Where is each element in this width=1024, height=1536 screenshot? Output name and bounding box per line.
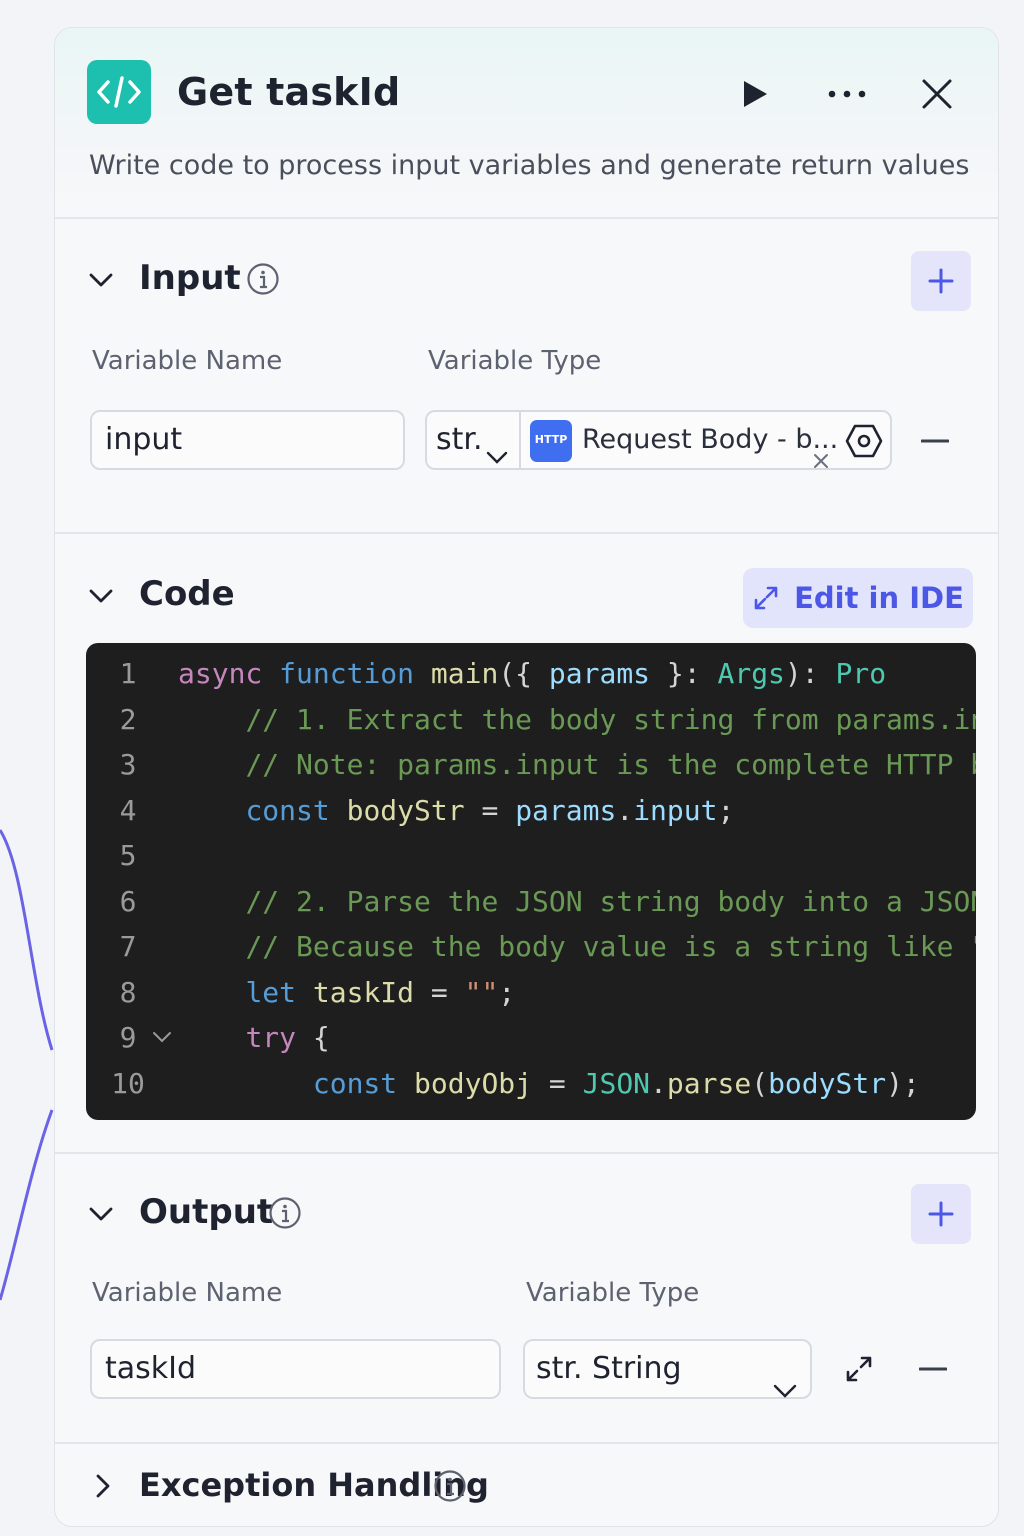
code-editor[interactable]: 1 async function main({ params }: Args): … bbox=[86, 643, 976, 1120]
output-variable-name-field[interactable]: taskId bbox=[90, 1339, 501, 1399]
code-text: try { bbox=[245, 1021, 330, 1054]
reference-label: Request Body - b... bbox=[582, 424, 839, 455]
code-text: // Because the body value is a string li… bbox=[245, 930, 976, 963]
canvas-edge bbox=[0, 829, 54, 1301]
code-text: // 2. Parse the JSON string body into a … bbox=[245, 884, 976, 918]
code-node-panel: Get taskId Write code to process input v… bbox=[54, 27, 999, 1527]
fold-chevron-icon[interactable] bbox=[152, 1031, 172, 1043]
code-line[interactable]: 3 // Note: params.input is the complete … bbox=[86, 748, 976, 793]
line-number: 3 bbox=[119, 748, 137, 781]
type-prefix: str. bbox=[436, 422, 483, 457]
code-text: // 1. Extract the body string from param… bbox=[245, 702, 976, 736]
add-output-button[interactable] bbox=[911, 1184, 971, 1244]
section-divider bbox=[55, 1442, 998, 1444]
input-col-name-label: Variable Name bbox=[92, 346, 283, 376]
info-icon[interactable] bbox=[246, 262, 280, 296]
code-line[interactable]: 4 const bodyStr = params.input; bbox=[86, 794, 976, 839]
chevron-down-icon bbox=[773, 1361, 797, 1417]
line-number: 2 bbox=[119, 702, 137, 736]
code-text: async function main({ params }: Args): P… bbox=[178, 657, 887, 690]
play-icon[interactable] bbox=[733, 72, 777, 116]
code-text: // Note: params.input is the complete HT… bbox=[245, 748, 976, 781]
expand-icon bbox=[754, 586, 778, 610]
info-icon[interactable] bbox=[433, 1469, 467, 1503]
remove-output-button[interactable] bbox=[913, 1349, 953, 1389]
line-number: 4 bbox=[119, 793, 137, 827]
input-section-title: Input bbox=[139, 258, 241, 298]
info-icon[interactable] bbox=[268, 1196, 302, 1230]
code-line[interactable]: 1 async function main({ params }: Args): … bbox=[86, 657, 976, 702]
input-variable-type-field[interactable]: str. HTTP Request Body - b... bbox=[425, 410, 892, 470]
exception-expand-chevron-icon[interactable] bbox=[87, 1470, 119, 1502]
code-text: let taskId = ""; bbox=[245, 975, 516, 1009]
input-variable-name-field[interactable]: input bbox=[90, 410, 405, 470]
line-number: 6 bbox=[119, 884, 137, 918]
input-collapse-chevron-icon[interactable] bbox=[85, 264, 117, 296]
input-col-type-label: Variable Type bbox=[428, 346, 602, 376]
chevron-down-icon[interactable] bbox=[486, 428, 508, 484]
code-section-title: Code bbox=[139, 574, 235, 614]
code-node-icon bbox=[87, 60, 151, 124]
line-number: 1 bbox=[119, 657, 137, 690]
edit-in-ide-label: Edit in IDE bbox=[794, 581, 964, 615]
code-line[interactable]: 6 // 2. Parse the JSON string body into … bbox=[86, 885, 976, 930]
close-icon[interactable] bbox=[915, 72, 959, 116]
output-section-title: Output bbox=[139, 1192, 274, 1232]
code-line[interactable]: 5 bbox=[86, 839, 976, 884]
node-description: Write code to process input variables an… bbox=[89, 150, 970, 181]
output-col-type-label: Variable Type bbox=[526, 1278, 700, 1308]
section-divider bbox=[55, 1152, 998, 1154]
code-line[interactable]: 9 try { bbox=[86, 1021, 976, 1066]
code-text: const bodyStr = params.input; bbox=[245, 793, 735, 827]
code-line[interactable]: 8 let taskId = ""; bbox=[86, 976, 976, 1021]
panel-header: Get taskId Write code to process input v… bbox=[55, 28, 998, 219]
code-line[interactable]: 7 // Because the body value is a string … bbox=[86, 930, 976, 975]
line-number: 8 bbox=[119, 975, 137, 1009]
edit-in-ide-button[interactable]: Edit in IDE bbox=[743, 568, 973, 628]
section-divider bbox=[55, 532, 998, 534]
code-line[interactable]: 10 const bodyObj = JSON.parse(bodyStr); bbox=[86, 1067, 976, 1112]
expand-icon[interactable] bbox=[839, 1349, 879, 1389]
code-text: const bodyObj = JSON.parse(bodyStr); bbox=[312, 1066, 920, 1100]
remove-input-button[interactable] bbox=[915, 421, 955, 461]
line-number: 10 bbox=[111, 1066, 145, 1100]
output-col-name-label: Variable Name bbox=[92, 1278, 283, 1308]
code-collapse-chevron-icon[interactable] bbox=[85, 580, 117, 612]
line-number: 7 bbox=[119, 930, 137, 963]
line-number: 9 bbox=[119, 1021, 137, 1054]
output-variable-type-select[interactable]: str. String bbox=[523, 1339, 812, 1399]
output-type-value: str. String bbox=[536, 1351, 682, 1386]
settings-hex-icon[interactable] bbox=[845, 422, 883, 478]
line-number: 5 bbox=[119, 839, 137, 872]
node-title[interactable]: Get taskId bbox=[177, 70, 400, 114]
code-line[interactable]: 2 // 1. Extract the body string from par… bbox=[86, 703, 976, 748]
more-horizontal-icon[interactable] bbox=[825, 72, 869, 116]
output-collapse-chevron-icon[interactable] bbox=[85, 1198, 117, 1230]
http-icon: HTTP bbox=[530, 420, 572, 462]
add-input-button[interactable] bbox=[911, 251, 971, 311]
clear-reference-icon[interactable] bbox=[813, 432, 829, 488]
